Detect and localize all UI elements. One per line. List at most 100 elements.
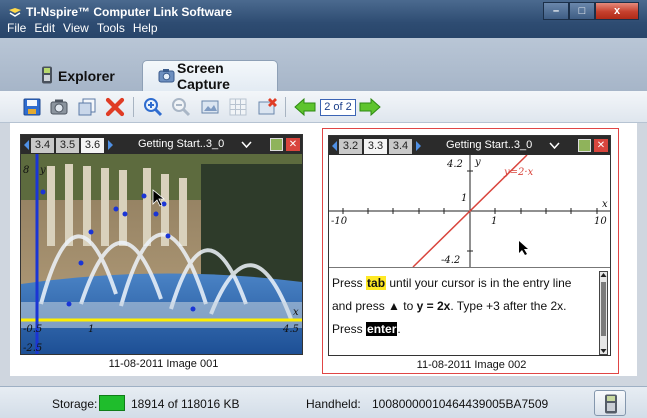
handheld-device-icon xyxy=(605,394,617,414)
page-left-arrow-icon xyxy=(332,141,337,151)
function-label: y=2·x xyxy=(503,167,534,178)
page-tab-active: 3.3 xyxy=(364,139,387,154)
tab-explorer[interactable]: Explorer xyxy=(18,60,136,91)
scroll-up-icon xyxy=(600,273,607,277)
screen-close-icon: ✕ xyxy=(286,138,300,151)
connected-device-button[interactable] xyxy=(594,390,626,416)
scroll-thumb[interactable] xyxy=(601,282,606,336)
tab-screen-capture-label: Screen Capture xyxy=(177,60,230,92)
camera-icon xyxy=(158,69,175,83)
graph-y-label: y xyxy=(474,157,481,168)
tab-strip: Explorer Screen Capture xyxy=(0,38,647,92)
previous-arrow-icon[interactable] xyxy=(293,97,317,117)
graph-y1-label: 1 xyxy=(461,193,467,204)
page-tab: 3.4 xyxy=(31,138,54,153)
capture-caption: 11-08-2011 Image 001 xyxy=(108,358,219,370)
status-bar: Storage: 18914 of 118016 KB Handheld: 10… xyxy=(0,386,647,418)
document-status-icon xyxy=(578,139,591,152)
enter-key-label: enter xyxy=(366,322,398,336)
calculator-screen: 3.2 3.3 3.4 Getting Start..3_0 ✕ 4.2 y y… xyxy=(328,135,611,356)
menu-bar: File Edit View Tools Help xyxy=(6,21,159,37)
axis-label-ymin: -2.5 xyxy=(23,343,42,354)
next-arrow-icon[interactable] xyxy=(358,97,382,117)
axis-label-x: x xyxy=(293,307,299,318)
delete-icon[interactable] xyxy=(105,97,125,117)
notes-scrollbar[interactable] xyxy=(599,271,608,355)
page-tab: 3.5 xyxy=(56,138,79,153)
notes-text: Press xyxy=(332,276,363,290)
menu-file[interactable]: File xyxy=(6,21,27,37)
screen-capture-thumbnail-selected[interactable]: 3.2 3.3 3.4 Getting Start..3_0 ✕ 4.2 y y… xyxy=(322,128,619,374)
page-left-arrow-icon xyxy=(24,140,29,150)
equation-text: y = 2x xyxy=(416,299,451,313)
menu-tools[interactable]: Tools xyxy=(96,21,126,37)
maximize-button[interactable]: □ xyxy=(569,2,595,20)
screen-header: 3.2 3.3 3.4 Getting Start..3_0 ✕ xyxy=(329,136,610,155)
notes-text: Press xyxy=(332,322,363,336)
screen-header: 3.4 3.5 3.6 Getting Start..3_0 ✕ xyxy=(21,135,302,154)
remove-frame-icon[interactable] xyxy=(257,97,277,117)
toolbar-separator xyxy=(133,97,134,117)
handheld-icon xyxy=(42,66,52,84)
storage-value: 18914 of 118016 KB xyxy=(131,397,240,411)
toolbar: 2 of 2 xyxy=(0,91,647,123)
document-title: Getting Start..3_0 xyxy=(138,138,225,150)
menu-help[interactable]: Help xyxy=(132,21,159,37)
page-tab: 3.4 xyxy=(389,139,412,154)
axis-label-ymax: 8 xyxy=(23,165,29,176)
screen-capture-thumbnail[interactable]: 3.4 3.5 3.6 Getting Start..3_0 ✕ 8 y -0.… xyxy=(15,128,312,374)
notes-text: and press ▲ to xyxy=(332,299,414,313)
page-indicator[interactable]: 2 of 2 xyxy=(320,99,356,116)
page-tab: 3.2 xyxy=(339,139,362,154)
handheld-id: 10080000010464439005BA7509 xyxy=(372,397,549,411)
document-status-icon xyxy=(270,138,283,151)
camera-capture-icon[interactable] xyxy=(49,97,69,117)
graph-xmax-label: 10 xyxy=(594,216,607,227)
copy-icon[interactable] xyxy=(77,97,97,117)
save-icon[interactable] xyxy=(22,97,42,117)
axis-label-xmax: 4.5 xyxy=(282,324,299,335)
axis-label-y: y xyxy=(39,165,46,176)
notes-line-1: Press tab until your cursor is in the en… xyxy=(332,276,571,290)
graph-x-label: x xyxy=(602,199,608,210)
fountain-photo-plot: 8 y -0.5 1 4.5 x -2.5 xyxy=(21,154,302,354)
window-title: TI-Nspire™ Computer Link Software xyxy=(26,5,233,19)
zoom-out-icon[interactable] xyxy=(171,97,191,117)
cursor-arrow-icon xyxy=(519,241,528,255)
tab-explorer-label: Explorer xyxy=(58,67,115,84)
graph-ymin-label: -4.2 xyxy=(441,255,460,266)
document-title: Getting Start..3_0 xyxy=(446,139,533,151)
capture-gallery: 3.4 3.5 3.6 Getting Start..3_0 ✕ 8 y -0.… xyxy=(10,123,637,376)
screen-close-icon: ✕ xyxy=(594,139,608,152)
close-button[interactable]: x xyxy=(595,2,639,20)
notes-line-3: Press enter. xyxy=(332,322,401,336)
capture-caption: 11-08-2011 Image 002 xyxy=(416,359,527,371)
notes-text: . xyxy=(397,322,401,336)
tab-screen-capture[interactable]: Screen Capture xyxy=(142,60,278,92)
calculator-screen: 3.4 3.5 3.6 Getting Start..3_0 ✕ 8 y -0.… xyxy=(20,134,303,355)
zoom-in-icon[interactable] xyxy=(143,97,163,117)
handheld-label: Handheld: xyxy=(306,397,361,411)
grid-icon[interactable] xyxy=(228,97,248,117)
toolbar-separator xyxy=(285,97,286,117)
axis-label-xmid: 1 xyxy=(88,324,94,335)
app-logo-icon xyxy=(9,8,21,17)
window-controls: – □ x xyxy=(543,2,639,20)
function-graph: 4.2 y y=2·x 1 -10 1 10 x -4.2 xyxy=(329,155,610,267)
notes-text: . Type +3 after the 2x. xyxy=(450,299,567,313)
page-tab-active: 3.6 xyxy=(81,138,104,153)
minimize-button[interactable]: – xyxy=(543,2,569,20)
notes-text: until your cursor is in the entry line xyxy=(389,276,572,290)
frame-icon[interactable] xyxy=(200,97,220,117)
app-window: TI-Nspire™ Computer Link Software File E… xyxy=(0,0,647,418)
title-bar[interactable]: TI-Nspire™ Computer Link Software File E… xyxy=(0,0,647,38)
tab-key-label: tab xyxy=(366,276,387,290)
notes-line-2: and press ▲ to y = 2x. Type +3 after the… xyxy=(332,299,567,313)
menu-edit[interactable]: Edit xyxy=(33,21,56,37)
page-right-arrow-icon xyxy=(416,141,421,151)
scroll-down-icon xyxy=(600,349,607,353)
notes-pane: Press tab until your cursor is in the en… xyxy=(329,267,610,355)
menu-view[interactable]: View xyxy=(62,21,90,37)
page-right-arrow-icon xyxy=(108,140,113,150)
chevron-down-icon xyxy=(241,141,252,148)
